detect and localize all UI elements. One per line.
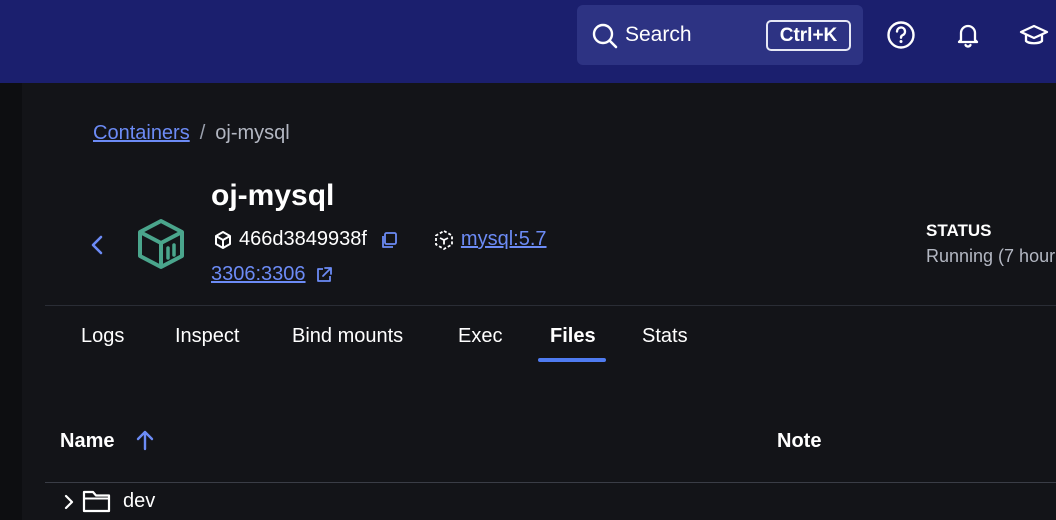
- port-row: 3306:3306: [211, 263, 334, 286]
- container-meta-row: 466d3849938f mysql:5.7: [213, 228, 547, 251]
- port-link[interactable]: 3306:3306: [211, 263, 306, 286]
- status-label: STATUS: [926, 221, 992, 240]
- sort-ascending-icon[interactable]: [134, 428, 156, 452]
- tab-bind-mounts[interactable]: Bind mounts: [292, 325, 403, 348]
- container-id-icon: [215, 230, 231, 249]
- external-link-icon[interactable]: [314, 265, 334, 285]
- search-shortcut-badge: Ctrl+K: [766, 20, 851, 51]
- tab-exec[interactable]: Exec: [458, 325, 502, 348]
- status-value: Running (7 hour: [926, 246, 1056, 266]
- chevron-right-icon[interactable]: [62, 492, 76, 512]
- tab-files[interactable]: Files: [550, 325, 596, 348]
- search-label: Search: [625, 23, 692, 46]
- folder-icon: [82, 490, 111, 513]
- bell-icon[interactable]: [953, 20, 983, 50]
- back-chevron-icon[interactable]: [86, 232, 108, 258]
- table-header-divider: [45, 482, 1056, 483]
- tab-stats[interactable]: Stats: [642, 325, 688, 348]
- breadcrumb-containers-link[interactable]: Containers: [93, 122, 190, 144]
- column-header-name[interactable]: Name: [60, 430, 114, 453]
- container-id: 466d3849938f: [239, 228, 367, 250]
- copy-icon[interactable]: [379, 230, 399, 250]
- breadcrumb: Containers / oj-mysql: [93, 122, 290, 145]
- top-bar: Search Ctrl+K: [0, 0, 1056, 83]
- breadcrumb-separator: /: [199, 122, 206, 144]
- search-icon: [592, 23, 618, 49]
- image-link[interactable]: mysql:5.7: [461, 228, 547, 251]
- help-icon[interactable]: [886, 20, 916, 50]
- tab-bar: Logs Inspect Bind mounts Exec Files Stat…: [0, 305, 1056, 365]
- image-icon: [435, 229, 453, 250]
- left-sidebar-edge: [0, 83, 22, 520]
- tab-logs[interactable]: Logs: [81, 325, 124, 348]
- column-header-note: Note: [777, 430, 822, 452]
- active-tab-indicator: [538, 358, 606, 362]
- container-cube-icon: [138, 219, 184, 269]
- table-row[interactable]: dev: [60, 487, 1056, 520]
- container-name: oj-mysql: [211, 179, 335, 212]
- breadcrumb-current: oj-mysql: [215, 122, 290, 144]
- file-name: dev: [123, 490, 156, 512]
- search-bar[interactable]: Search Ctrl+K: [577, 5, 863, 65]
- learning-center-icon[interactable]: [1019, 20, 1049, 50]
- tab-inspect[interactable]: Inspect: [175, 325, 239, 348]
